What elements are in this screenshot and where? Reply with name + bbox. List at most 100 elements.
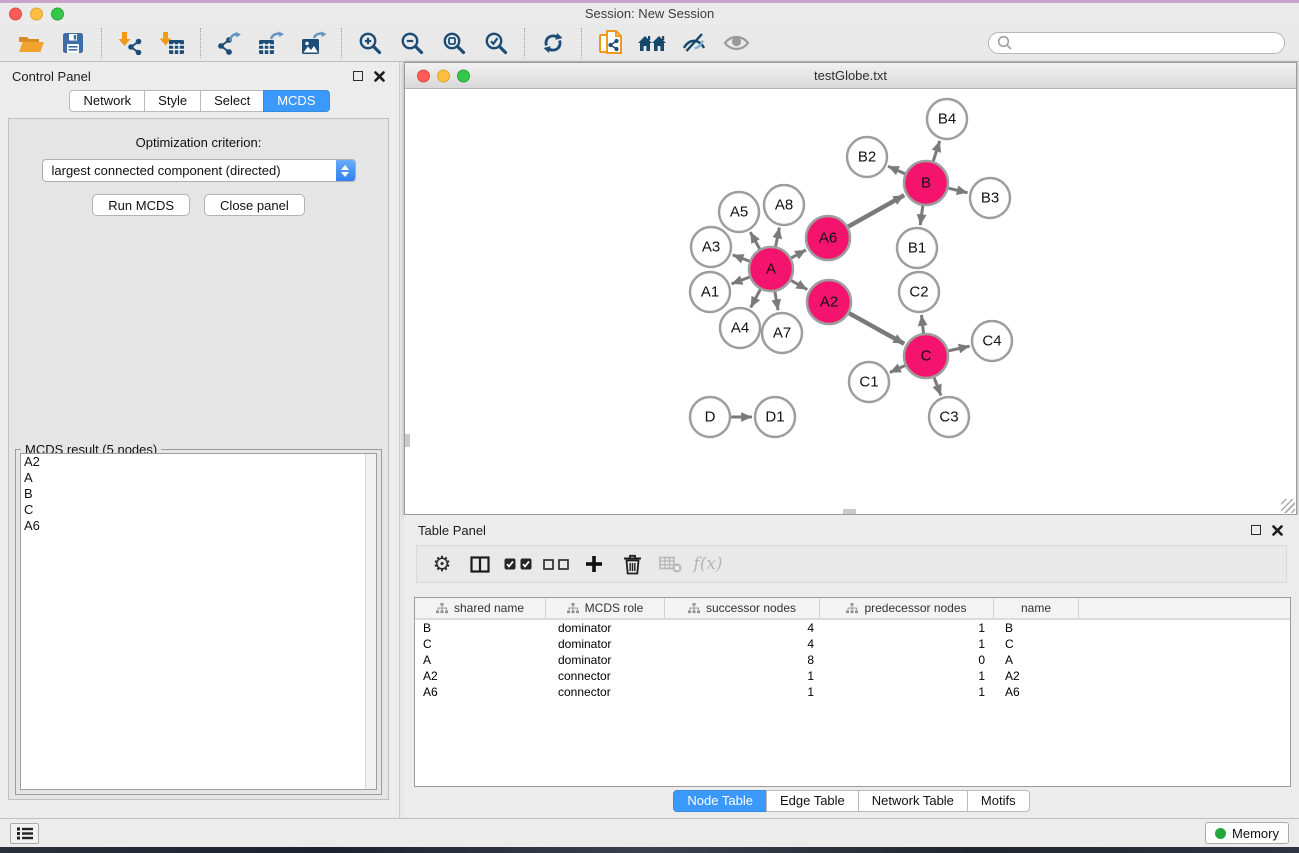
open-file-button[interactable]: [10, 27, 52, 59]
run-mcds-button[interactable]: Run MCDS: [92, 194, 190, 216]
tab-style[interactable]: Style: [144, 90, 201, 112]
tab-network-table[interactable]: Network Table: [858, 790, 968, 812]
tab-network[interactable]: Network: [69, 90, 145, 112]
clone-network-button[interactable]: [589, 27, 631, 59]
result-list-item[interactable]: A2: [21, 454, 376, 470]
zoom-fit-button[interactable]: [433, 27, 475, 59]
tab-edge-table[interactable]: Edge Table: [766, 790, 859, 812]
graph-edge[interactable]: [848, 195, 904, 227]
column-header-successor-nodes[interactable]: successor nodes: [665, 598, 820, 618]
graph-node-label: A8: [775, 197, 793, 214]
graph-edge[interactable]: [733, 255, 750, 261]
delete-column-button[interactable]: [613, 547, 651, 581]
column-type-icon: [846, 603, 858, 614]
delete-table-button[interactable]: [651, 547, 689, 581]
table-settings-button[interactable]: ⚙: [423, 547, 461, 581]
zoom-selected-button[interactable]: [475, 27, 517, 59]
export-network-button[interactable]: [208, 27, 250, 59]
zoom-window-button[interactable]: [51, 7, 64, 20]
save-session-button[interactable]: [52, 27, 94, 59]
tab-select[interactable]: Select: [200, 90, 264, 112]
canvas-left-scroll-stub[interactable]: [405, 434, 410, 447]
close-panel-icon[interactable]: [374, 71, 385, 82]
table-panel-header: Table Panel: [404, 515, 1299, 545]
table-row[interactable]: Cdominator41C: [415, 636, 1290, 652]
search-field[interactable]: [988, 32, 1285, 54]
window-resize-grip[interactable]: [1281, 499, 1295, 513]
table-cell: C: [994, 636, 1079, 652]
graph-edge[interactable]: [922, 315, 924, 333]
result-list-item[interactable]: B: [21, 486, 376, 502]
graph-edge[interactable]: [776, 228, 780, 247]
close-panel-button[interactable]: Close panel: [204, 194, 305, 216]
graph-edge[interactable]: [849, 313, 904, 344]
export-image-button[interactable]: [292, 27, 334, 59]
export-table-button[interactable]: [250, 27, 292, 59]
table-panel-title: Table Panel: [418, 523, 486, 538]
column-header-predecessor-nodes[interactable]: predecessor nodes: [820, 598, 994, 618]
graph-edge[interactable]: [775, 292, 778, 311]
float-panel-icon[interactable]: [353, 71, 363, 81]
close-table-panel-icon[interactable]: [1272, 525, 1283, 536]
graph-edge[interactable]: [934, 378, 941, 396]
column-header-shared-name[interactable]: shared name: [415, 598, 546, 618]
graph-node-label: B3: [981, 190, 999, 207]
table-cell: A: [994, 652, 1079, 668]
home-networks-button[interactable]: [631, 27, 673, 59]
result-list-item[interactable]: A6: [21, 518, 376, 534]
network-canvas[interactable]: B4B2BB3A5A8A6A3B1AA1C2A2A4A7C4CC1C3DD1: [405, 89, 1296, 514]
float-table-panel-icon[interactable]: [1251, 525, 1261, 535]
graph-edge[interactable]: [920, 206, 923, 225]
tab-motifs[interactable]: Motifs: [967, 790, 1030, 812]
add-column-button[interactable]: [575, 547, 613, 581]
graph-edge[interactable]: [732, 277, 750, 284]
memory-button[interactable]: Memory: [1205, 822, 1289, 844]
result-list-scrollbar[interactable]: [365, 454, 376, 789]
table-row[interactable]: Bdominator41B: [415, 620, 1290, 636]
graph-edge[interactable]: [791, 280, 807, 289]
search-input[interactable]: [1014, 34, 1284, 52]
zoom-network-window-button[interactable]: [457, 69, 470, 82]
table-body: Bdominator41BCdominator41CAdominator80AA…: [415, 620, 1290, 700]
column-type-icon: [567, 603, 579, 614]
toolbar-separator: [341, 28, 342, 58]
import-network-button[interactable]: [109, 27, 151, 59]
column-header-name[interactable]: name: [994, 598, 1079, 618]
table-cell-filler: [1079, 652, 1290, 668]
function-builder-button[interactable]: f(x): [689, 547, 727, 581]
table-row[interactable]: A6connector11A6: [415, 684, 1290, 700]
canvas-bottom-scroll-stub[interactable]: [843, 509, 856, 514]
close-network-window-button[interactable]: [417, 69, 430, 82]
graph-edge[interactable]: [751, 289, 761, 307]
import-table-button[interactable]: [151, 27, 193, 59]
zoom-in-button[interactable]: [349, 27, 391, 59]
table-row[interactable]: Adominator80A: [415, 652, 1290, 668]
task-history-button[interactable]: [10, 823, 39, 844]
show-columns-button[interactable]: [461, 547, 499, 581]
result-list-item[interactable]: C: [21, 502, 376, 518]
column-header-mcds-role[interactable]: MCDS role: [546, 598, 665, 618]
show-graphics-details-button[interactable]: [715, 27, 757, 59]
graph-edge[interactable]: [933, 141, 940, 161]
tab-mcds[interactable]: MCDS: [263, 90, 329, 112]
zoom-out-button[interactable]: [391, 27, 433, 59]
result-list-item[interactable]: A: [21, 470, 376, 486]
refresh-button[interactable]: [532, 27, 574, 59]
deselect-all-rows-button[interactable]: [537, 547, 575, 581]
graph-edge[interactable]: [750, 232, 759, 249]
graph-edge[interactable]: [890, 366, 905, 373]
table-cell: C: [415, 636, 546, 652]
table-row[interactable]: A2connector11A2: [415, 668, 1290, 684]
close-window-button[interactable]: [9, 7, 22, 20]
minimize-window-button[interactable]: [30, 7, 43, 20]
graph-node-label: A: [766, 261, 776, 278]
minimize-network-window-button[interactable]: [437, 69, 450, 82]
select-all-rows-button[interactable]: [499, 547, 537, 581]
graph-edge[interactable]: [948, 188, 967, 193]
graph-edge[interactable]: [948, 346, 969, 351]
graph-edge[interactable]: [791, 250, 806, 258]
tab-node-table[interactable]: Node Table: [673, 790, 767, 812]
hide-graphics-details-button[interactable]: [673, 27, 715, 59]
optimization-criterion-dropdown[interactable]: largest connected component (directed): [42, 159, 356, 182]
graph-edge[interactable]: [888, 166, 905, 173]
